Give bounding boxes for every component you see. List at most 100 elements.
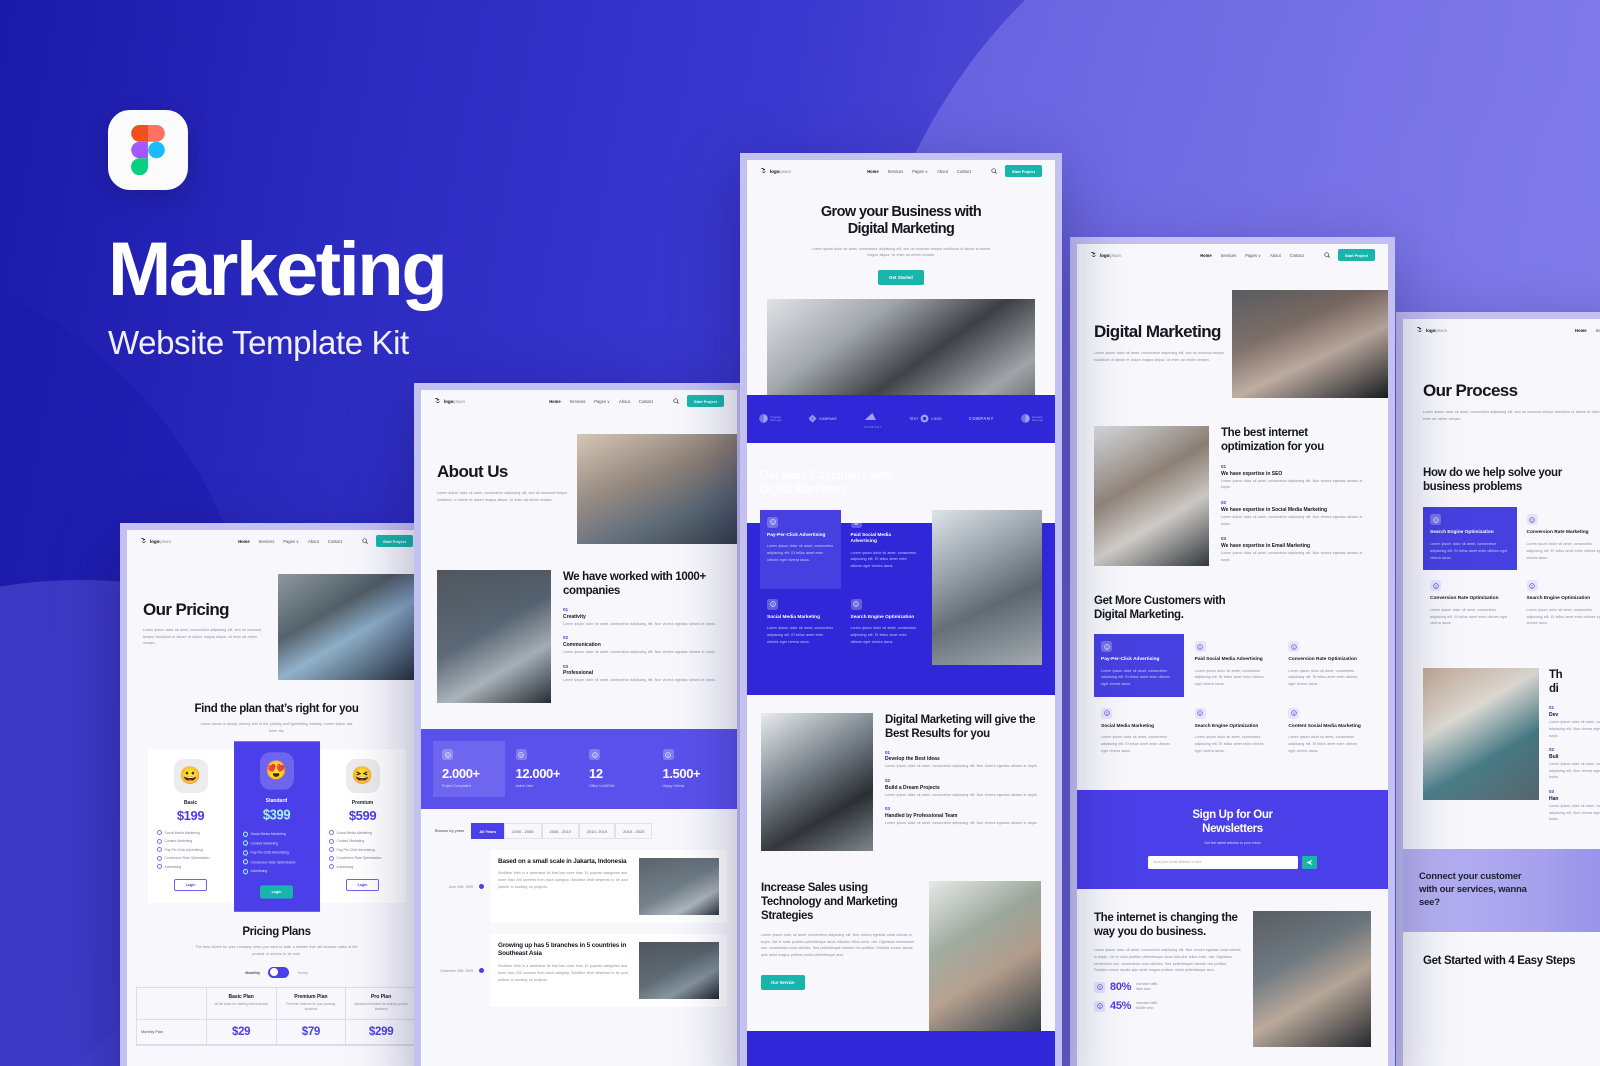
check-icon [156,847,162,853]
plan-login-button[interactable]: Login [345,879,380,892]
service-card[interactable]: Paid Social Media Advertising Lorem ipsu… [844,510,925,589]
nav-item-services[interactable]: Services [888,169,904,174]
billing-toggle[interactable] [268,966,290,978]
smiley-icon [1094,1000,1105,1012]
brand-logo[interactable]: logoipsum [1416,326,1447,334]
table-row-label: Monthly Plan [137,1019,207,1045]
year-tab[interactable]: 2005 - 2010 [541,823,579,839]
brand-logo[interactable]: logoipsum [140,537,171,545]
table-price: $29 [231,1025,251,1038]
mockup-digital-marketing-page[interactable]: logoipsum Home Services Pages ∨ About Co… [1070,237,1395,1066]
search-icon[interactable] [362,538,368,544]
nav-item-home[interactable]: Home [549,399,560,404]
nav-item-services[interactable]: Services [570,399,586,404]
start-project-button[interactable]: Start Project [1337,249,1375,261]
nav-item-home[interactable]: Home [867,169,878,174]
nav-item-pages[interactable]: Pages ∨ [283,539,299,544]
nav-item-services[interactable]: Services [259,539,275,544]
timeline-card[interactable]: Growing up has 5 branches in 5 countries… [490,934,727,1007]
smiley-icon [850,598,862,610]
year-tab[interactable]: 2015 - 2020 [615,823,653,839]
navbar: logoipsum Home Services Pages ∨ About Co… [1077,244,1388,266]
smiley-icon [1526,514,1538,526]
client-logos-band: Company Text Logo COMPANY COMPANY TEXT LO… [747,395,1055,443]
client-logo: COMPANY [968,416,994,422]
nav-item-about[interactable]: About [619,399,630,404]
mockup-process-page[interactable]: logoipsum Home Services Pages ∨ Our Proc… [1396,312,1600,1066]
nav-item-home[interactable]: Home [1200,253,1211,258]
year-tab[interactable]: 2000 - 2005 [504,823,542,839]
service-card[interactable]: Search Engine Optimization Lorem ipsum d… [844,592,925,665]
check-icon [242,830,248,837]
check-icon [242,858,248,865]
nav-item-pages[interactable]: Pages ∨ [594,399,610,404]
brand-logo[interactable]: logoipsum [1090,251,1121,259]
start-project-button[interactable]: Start Project [1004,165,1042,177]
our-service-button[interactable]: Our Service [761,975,805,991]
process-card[interactable]: Conversion Rate Optimization Lorem ipsum… [1423,573,1517,636]
timeline-card[interactable]: Based on a small scale in Jakarta, Indon… [490,850,727,923]
email-input[interactable]: Input your email address in here [1148,855,1298,869]
year-tab[interactable]: 2010- 2015 [578,823,616,839]
nav-item-about[interactable]: About [937,169,948,174]
nav-item-services[interactable]: Services [1596,328,1600,333]
nav-right: Start Project [991,165,1042,177]
nav-item-contact[interactable]: Contact [328,539,342,544]
toggle-label-yearly[interactable]: Yearly [297,970,308,975]
start-project-button[interactable]: Start Project [686,395,724,407]
nav-item-services[interactable]: Services [1221,253,1237,258]
service-card[interactable]: Search Engine Optimization Lorem ipsum d… [1188,701,1278,764]
table-price: $79 [301,1025,321,1038]
timeline-item: December 29th, 2009 Growing up has 5 bra… [421,934,737,1007]
nav-item-contact[interactable]: Contact [957,169,971,174]
nav-item-contact[interactable]: Contact [1290,253,1304,258]
service-card[interactable]: Content Sosial Media Marketing Lorem ips… [1281,701,1371,764]
service-card[interactable]: Conversion Rate Optimization Lorem ipsum… [1281,634,1371,697]
pricing-plan-card[interactable]: 😀 Basic $199 Social Media Marketing Cont… [147,748,234,904]
client-logo: TEXT LOGO [909,415,942,423]
search-icon[interactable] [1324,252,1330,258]
service-card[interactable]: Social Media Marketing Lorem ipsum dolor… [1094,701,1184,764]
plan-feature: Pay-Per-Click Advertising [164,847,203,852]
toggle-label-monthly[interactable]: Monthly [245,970,260,975]
mockup-about-page[interactable]: logoipsum Home Services Pages ∨ About Co… [414,383,744,1066]
year-tab-all[interactable]: All Years [471,823,505,839]
process-card[interactable]: Search Engine Optimization Lorem ipsum d… [1520,573,1600,636]
bottom-title: Get Started with 4 Easy Steps [1423,954,1576,967]
plan-login-button[interactable]: Login [259,884,294,898]
process-card-featured[interactable]: Search Engine Optimization Lorem ipsum d… [1423,507,1517,571]
search-icon[interactable] [991,168,997,174]
pricing-plan-card-featured[interactable]: 😍 Standard $399 Social Media Marketing C… [233,740,320,911]
service-card-featured[interactable]: Pay-Per-Click Advertising Lorem ipsum do… [760,509,841,589]
nav-item-contact[interactable]: Contact [639,399,653,404]
search-icon[interactable] [673,398,679,404]
get-started-button[interactable]: Get Started [878,270,924,286]
process-card[interactable]: Conversion Rate Marketing Lorem ipsum do… [1520,507,1600,570]
start-project-button[interactable]: Start Project [375,535,413,547]
nav-item-home[interactable]: Home [1575,328,1586,333]
nav-item-about[interactable]: About [1270,253,1281,258]
service-card-featured[interactable]: Pay-Per-Click Advertising Lorem ipsum do… [1094,634,1184,697]
brand-logo[interactable]: logoipsum [434,397,465,405]
laptop-analytics-photo [437,570,551,703]
percent-value: 80% [1110,981,1132,994]
digital-feature: The best internet optimization for you 0… [1077,426,1388,566]
send-icon[interactable] [1302,855,1317,869]
service-text: Lorem ipsum dolor sit amet, consectetur … [767,544,833,562]
plan-login-button[interactable]: Login [173,879,208,892]
service-card[interactable]: Social Media Marketing Lorem ipsum dolor… [760,592,841,665]
brand-logo[interactable]: logoipsum [760,167,791,175]
mockup-home-page[interactable]: logoipsum Home Services Pages ∨ About Co… [740,153,1062,1066]
service-card[interactable]: Paid Social Media Advertising Lorem ipsu… [1188,634,1278,697]
smiley-icon [1194,641,1206,653]
nav-item-about[interactable]: About [308,539,319,544]
presentation-screen-photo [277,574,426,680]
smiley-icon [767,516,778,528]
check-icon [156,838,162,844]
nav-item-pages[interactable]: Pages ∨ [1245,253,1261,258]
nav-item-pages[interactable]: Pages ∨ [912,169,928,174]
mockup-pricing-page[interactable]: logoipsum Home Services Pages ∨ About Co… [120,523,433,1066]
pricing-plan-card[interactable]: 😆 Premium $599 Social Media Marketing Co… [319,748,406,904]
nav-item-home[interactable]: Home [238,539,249,544]
home-services-body: Pay-Per-Click Advertising Lorem ipsum do… [747,509,1055,665]
